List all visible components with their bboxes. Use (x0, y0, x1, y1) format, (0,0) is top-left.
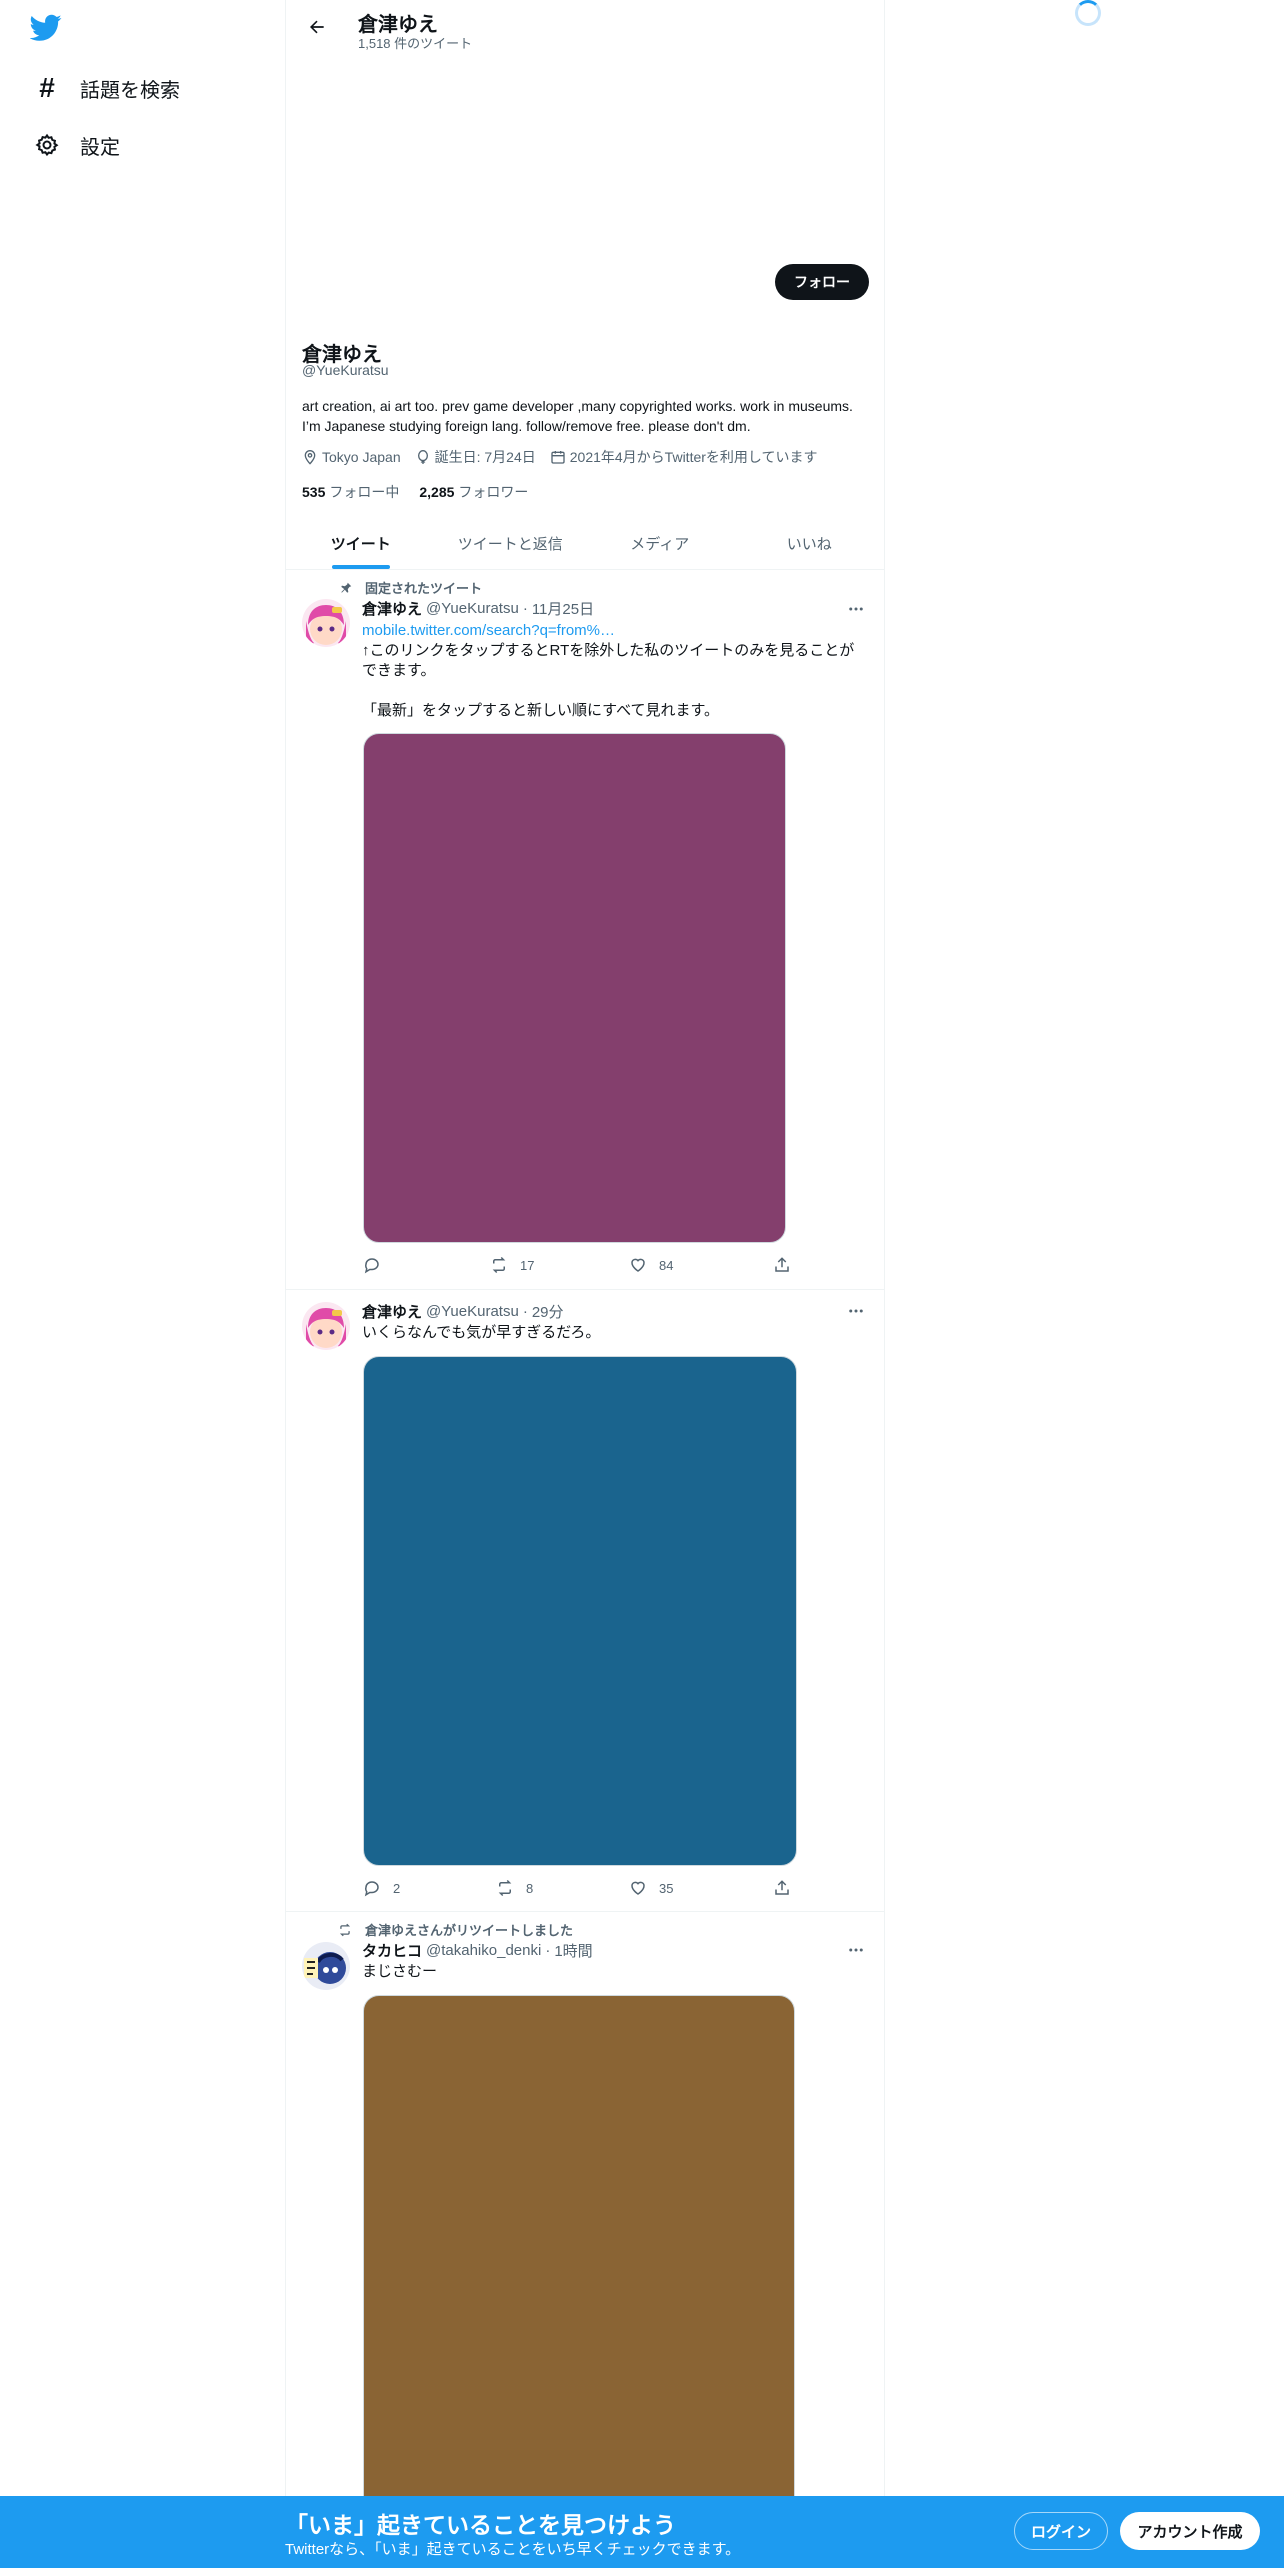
arrow-left-icon (310, 20, 324, 34)
share-button[interactable] (773, 1256, 791, 1274)
nav-item-label: 話題を検索 (80, 79, 180, 102)
tweet-header: 倉津ゆえ @YueKuratsu · 11月25日 (362, 598, 595, 619)
tweet-context: 固定されたツイート (333, 578, 482, 597)
more-options-icon[interactable] (846, 599, 866, 619)
tab-media[interactable]: メディア (585, 518, 735, 569)
reply-icon (364, 1881, 379, 1897)
profile-header-bar: 倉津ゆえ 1,518 件のツイート (286, 0, 884, 54)
back-button[interactable] (300, 12, 334, 42)
share-button[interactable] (773, 1879, 791, 1897)
follow-button[interactable]: フォロー (775, 264, 869, 300)
pin-icon (333, 581, 353, 595)
nav-item-settings[interactable]: 設定 (32, 125, 120, 165)
profile-bio: art creation, ai art too. prev game deve… (302, 398, 853, 434)
tweet-count: 1,518 件のツイート (358, 36, 473, 51)
tab-tweets[interactable]: ツイート (286, 518, 436, 569)
reply-icon (364, 1258, 379, 1274)
gear-icon (32, 130, 62, 160)
twitter-logo-icon[interactable] (29, 14, 66, 44)
reply-button[interactable]: 2 (363, 1879, 400, 1897)
main-column: 倉津ゆえ 1,518 件のツイート フォロー 倉津ゆえ @YueKuratsu … (285, 0, 885, 2568)
followers-link[interactable]: 2,285 フォロワー (419, 482, 528, 502)
retweet-icon (333, 1923, 353, 1937)
tweet-context: 倉津ゆえさんがリツイートしました (333, 1920, 573, 1939)
tweet-author-name[interactable]: タカヒコ (362, 1940, 422, 1961)
tweet-author-name[interactable]: 倉津ゆえ (362, 1301, 422, 1322)
tweet-link[interactable]: mobile.twitter.com/search?q=from%… (362, 621, 867, 641)
banner-subtitle: Twitterなら、「いま」起きていることをいち早くチェックできます。 (285, 2541, 741, 2558)
tweet-author-handle[interactable]: @YueKuratsu (426, 600, 519, 617)
tweet-text: mobile.twitter.com/search?q=from%… ↑このリン… (362, 621, 867, 721)
heart-icon (631, 1881, 645, 1895)
more-options-icon[interactable] (846, 1940, 866, 1960)
avatar[interactable] (302, 1302, 350, 1350)
like-button[interactable]: 35 (629, 1879, 673, 1897)
retweet-button[interactable]: 17 (490, 1256, 534, 1274)
login-button[interactable]: ログイン (1014, 2512, 1108, 2550)
profile-tabs: ツイート ツイートと返信 メディア いいね (286, 518, 884, 570)
tweet-media-image[interactable] (363, 733, 786, 1243)
tweet-header: 倉津ゆえ @YueKuratsu · 29分 (362, 1301, 564, 1322)
tab-likes[interactable]: いいね (735, 518, 885, 569)
tweet-text: まじさむー (362, 1963, 438, 1980)
profile-location: Tokyo Japan (302, 449, 401, 465)
signup-banner: 「いま」起きていることを見つけよう Twitterなら、「いま」起きていることを… (0, 2496, 1284, 2568)
retweet-icon (498, 1879, 512, 1897)
like-button[interactable]: 84 (629, 1256, 673, 1274)
tweet-date[interactable]: 11月25日 (532, 598, 594, 619)
tweet-date[interactable]: 29分 (532, 1301, 564, 1322)
heart-icon (631, 1258, 645, 1272)
tweet-actions: 2 8 35 (363, 1879, 791, 1899)
tweet-author-handle[interactable]: @YueKuratsu (426, 1303, 519, 1320)
share-icon (775, 1880, 789, 1895)
tweet-author-handle[interactable]: @takahiko_denki (426, 1942, 541, 1959)
avatar[interactable] (302, 1942, 350, 1990)
location-pin-icon (304, 450, 316, 465)
retweet-button[interactable]: 8 (496, 1879, 533, 1897)
tweet-header: タカヒコ @takahiko_denki · 1時間 (362, 1940, 593, 1961)
tweet-actions: 17 84 (363, 1256, 791, 1276)
avatar[interactable] (302, 599, 350, 647)
reply-button[interactable] (363, 1256, 393, 1274)
tweet[interactable]: 固定されたツイート 倉津ゆえ @YueKuratsu · 11月25日 mobi… (286, 571, 884, 1290)
hashtag-icon: # (39, 72, 55, 103)
balloon-icon (417, 450, 428, 464)
share-icon (775, 1257, 789, 1272)
nav-item-label: 設定 (80, 136, 120, 159)
create-account-button[interactable]: アカウント作成 (1120, 2512, 1260, 2550)
tweet[interactable]: 倉津ゆえ @YueKuratsu · 29分 いくらなんでも気が早すぎるだろ。 … (286, 1290, 884, 1912)
profile-meta: Tokyo Japan 誕生日: 7月24日 2021年4月からTwitterを… (302, 447, 832, 467)
tweet-media-image[interactable] (363, 1995, 795, 2515)
calendar-icon (551, 451, 565, 464)
tab-tweets-and-replies[interactable]: ツイートと返信 (436, 518, 586, 569)
profile-handle: @YueKuratsu (302, 362, 389, 378)
tweet-text: いくらなんでも気が早すぎるだろ。 (362, 1324, 601, 1341)
following-link[interactable]: 535 フォロー中 (302, 482, 399, 502)
retweet-icon (492, 1256, 506, 1274)
tweet-author-name[interactable]: 倉津ゆえ (362, 598, 422, 619)
banner-title: 「いま」起きていることを見つけよう (285, 2512, 676, 2538)
nav-item-explore[interactable]: # 話題を検索 (32, 68, 180, 108)
profile-stats: 535 フォロー中 2,285 フォロワー (302, 482, 548, 502)
tweet[interactable]: 倉津ゆえさんがリツイートしました タカヒコ @takahiko_denki · … (286, 1912, 884, 2515)
loading-spinner-icon (1075, 0, 1101, 26)
tweet-date[interactable]: 1時間 (554, 1940, 592, 1961)
profile-joined: 2021年4月からTwitterを利用しています (550, 447, 818, 467)
profile-birthday: 誕生日: 7月24日 (415, 447, 536, 467)
tweet-media-image[interactable] (363, 1356, 797, 1866)
more-options-icon[interactable] (846, 1301, 866, 1321)
